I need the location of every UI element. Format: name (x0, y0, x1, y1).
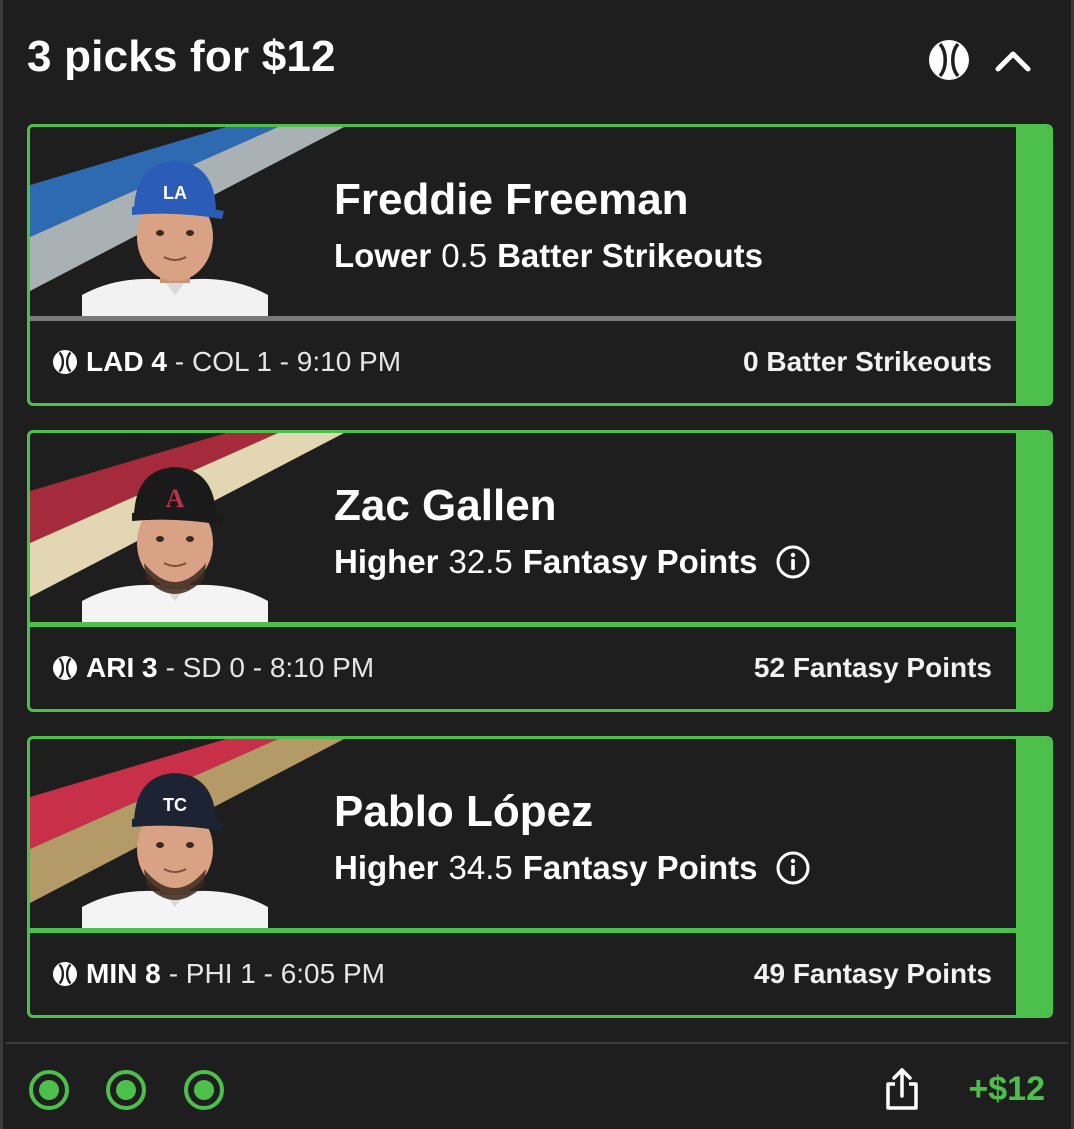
info-icon[interactable] (775, 544, 811, 580)
pick-status-dot-2 (106, 1070, 146, 1110)
pick-status-dot-1 (29, 1070, 69, 1110)
player-name: Pablo López (334, 787, 594, 836)
team-score: ARI 3 (86, 652, 158, 683)
game-info: LAD 4- COL 1 - 9:10 PM (52, 346, 401, 378)
opponent-and-time: - COL 1 - 9:10 PM (174, 346, 402, 377)
pick-line: Higher 32.5 Fantasy Points (334, 543, 811, 581)
payout-amount: +$12 (968, 1070, 1045, 1108)
pick-line: Lower 0.5 Batter Strikeouts (334, 237, 763, 275)
pick-card-header: A Zac Gallen Higher 32.5 Fantasy Points (30, 433, 1016, 623)
footer-divider (6, 1042, 1068, 1044)
stat-result: 52 Fantasy Points (753, 652, 992, 683)
pick-summary-panel: 3 picks for $12 LA Freddie Freeman Lower 0.… (0, 0, 1074, 1129)
panel-title: 3 picks for $12 (27, 32, 336, 81)
pick-line-value: 34.5 (448, 849, 513, 886)
team-score: MIN 8 (86, 958, 161, 989)
share-icon[interactable] (883, 1066, 921, 1112)
baseball-icon (53, 962, 77, 986)
pick-card-header: LA Freddie Freeman Lower 0.5 Batter Strikeou… (30, 127, 1016, 317)
pick-line-value: 32.5 (448, 543, 513, 580)
pick-card[interactable]: LA Freddie Freeman Lower 0.5 Batter Strikeou… (27, 124, 1053, 406)
opponent-and-time: - PHI 1 - 6:05 PM (168, 958, 385, 989)
team-score: LAD 4 (86, 346, 167, 377)
player-headshot: LA (82, 161, 268, 317)
pick-stat: Fantasy Points (522, 849, 758, 886)
baseball-icon (53, 350, 77, 374)
player-name: Zac Gallen (334, 481, 557, 530)
pick-direction: Higher (334, 849, 439, 886)
pick-line: Higher 34.5 Fantasy Points (334, 849, 811, 887)
svg-text:TC: TC (163, 795, 187, 815)
game-summary-row: ARI 3- SD 0 - 8:10 PM 52 Fantasy Points (30, 627, 1016, 709)
player-headshot: TC (82, 773, 268, 929)
panel-footer: +$12 (27, 1060, 1045, 1120)
player-headshot: A (82, 467, 268, 623)
pick-status-dot-3 (184, 1070, 224, 1110)
info-icon[interactable] (775, 850, 811, 886)
pick-card[interactable]: A Zac Gallen Higher 32.5 Fantasy Points ARI 3… (27, 430, 1053, 712)
pick-direction: Lower (334, 237, 432, 274)
panel-header: 3 picks for $12 (27, 30, 1047, 90)
win-indicator-bar (1016, 127, 1050, 403)
opponent-and-time: - SD 0 - 8:10 PM (165, 652, 375, 683)
player-name: Freddie Freeman (334, 175, 689, 224)
pick-direction: Higher (334, 543, 439, 580)
stat-result: 49 Fantasy Points (753, 958, 992, 989)
pick-card-header: TC Pablo López Higher 34.5 Fantasy Points (30, 739, 1016, 929)
game-info: ARI 3- SD 0 - 8:10 PM (52, 652, 374, 684)
pick-stat: Batter Strikeouts (497, 237, 763, 274)
win-indicator-bar (1016, 433, 1050, 709)
game-summary-row: LAD 4- COL 1 - 9:10 PM 0 Batter Strikeout… (30, 321, 1016, 403)
stat-result: 0 Batter Strikeouts (743, 346, 992, 377)
baseball-icon (929, 40, 969, 80)
win-indicator-bar (1016, 739, 1050, 1015)
svg-text:A: A (166, 484, 185, 513)
pick-line-value: 0.5 (441, 237, 488, 274)
chevron-up-icon[interactable] (993, 42, 1033, 78)
pick-stat: Fantasy Points (522, 543, 758, 580)
game-summary-row: MIN 8- PHI 1 - 6:05 PM 49 Fantasy Points (30, 933, 1016, 1015)
pick-card[interactable]: TC Pablo López Higher 34.5 Fantasy Points MIN… (27, 736, 1053, 1018)
svg-text:LA: LA (163, 183, 187, 203)
baseball-icon (53, 656, 77, 680)
game-info: MIN 8- PHI 1 - 6:05 PM (52, 958, 385, 990)
